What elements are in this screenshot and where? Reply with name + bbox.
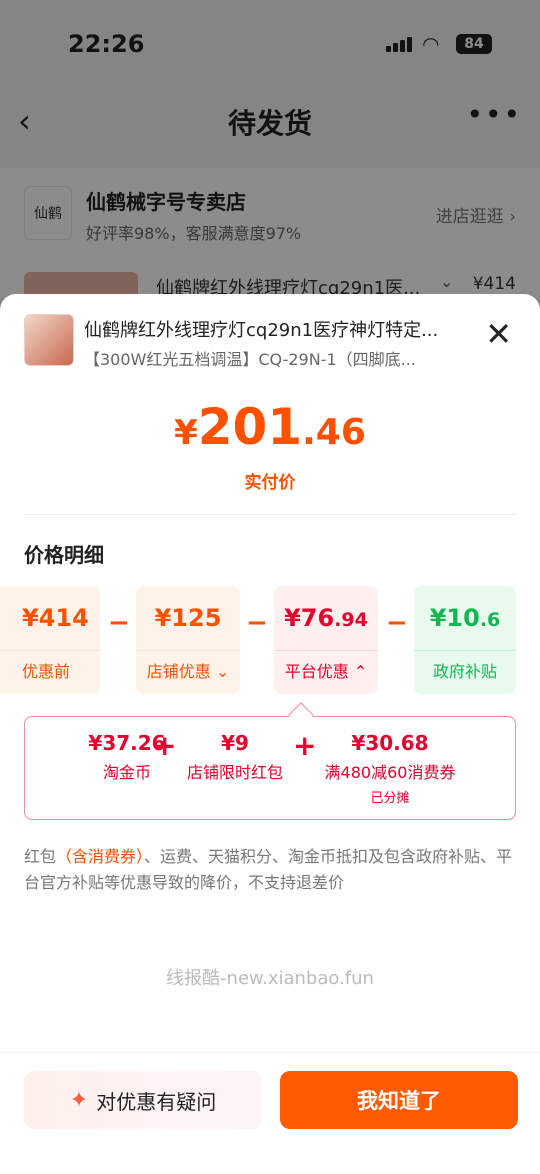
product-title: 仙鹤牌红外线理疗灯cq29n1医疗神灯特定...	[84, 320, 439, 341]
question-discount-label: 对优惠有疑问	[96, 1089, 217, 1114]
detail-item-store-redpacket: ¥9 店铺限时红包	[186, 731, 283, 782]
sheet-footer: ✦ 对优惠有疑问 我知道了	[0, 1052, 540, 1174]
price-box-platform-discount[interactable]: ¥76.94 平台优惠 ⌃	[274, 586, 378, 694]
price-box-original: ¥414 优惠前	[0, 586, 100, 694]
sparkle-icon: ✦	[69, 1087, 89, 1113]
price-box-label: 店铺优惠 ⌄	[146, 662, 230, 681]
divider	[24, 514, 516, 515]
price-breakdown: ¥414 优惠前 − ¥125 店铺优惠 ⌄ − ¥76.94 平台优惠 ⌃ −…	[0, 586, 540, 694]
price-box-label: 平台优惠 ⌃	[284, 662, 368, 681]
price-box-label: 政府补贴	[432, 662, 497, 681]
product-spec: 【300W红光五档调温】CQ-29N-1（四脚底...	[84, 350, 416, 369]
price-decimal: .46	[302, 412, 366, 453]
price-box-gov-subsidy: ¥10.6 政府补贴	[414, 586, 516, 694]
plus-icon: +	[293, 729, 317, 762]
price-detail-sheet: 仙鹤牌红外线理疗灯cq29n1医疗神灯特定... 【300W红光五档调温】CQ-…	[0, 294, 540, 1174]
price-box-amount: ¥125	[154, 604, 222, 632]
price-box-amount: ¥76.94	[284, 604, 368, 632]
watermark: 线报酷-new.xianbao.fun	[166, 968, 374, 989]
price-currency: ¥	[174, 413, 198, 453]
paid-price-caption: 实付价	[244, 473, 296, 493]
paid-price: ¥201.46	[0, 398, 540, 456]
price-box-store-discount[interactable]: ¥125 店铺优惠 ⌄	[136, 586, 240, 694]
plus-icon: +	[153, 729, 177, 762]
close-icon[interactable]: ✕	[485, 318, 512, 350]
chevron-down-icon: ⌄	[215, 662, 230, 681]
platform-discount-details: ¥37.26 淘金币 + ¥9 店铺限时红包 + ¥30.68 满480减60消…	[24, 716, 516, 820]
price-box-label: 优惠前	[22, 662, 71, 681]
price-note: 红包（含消费券）、运费、天猫积分、淘金币抵扣及包含政府补贴、平台官方补贴等优惠导…	[24, 847, 513, 892]
section-title: 价格明细	[24, 543, 104, 567]
product-thumbnail	[24, 314, 74, 366]
minus-icon: −	[386, 608, 408, 638]
chevron-up-icon: ⌃	[353, 662, 368, 681]
price-box-amount: ¥414	[22, 604, 89, 632]
question-discount-button[interactable]: ✦ 对优惠有疑问	[24, 1071, 262, 1129]
minus-icon: −	[108, 608, 130, 638]
price-box-amount: ¥10.6	[429, 604, 501, 632]
detail-item-voucher: ¥30.68 满480减60消费券 已分摊	[324, 731, 456, 806]
got-it-button[interactable]: 我知道了	[280, 1071, 518, 1129]
minus-icon: −	[246, 608, 268, 638]
price-integer: 201	[197, 398, 303, 456]
